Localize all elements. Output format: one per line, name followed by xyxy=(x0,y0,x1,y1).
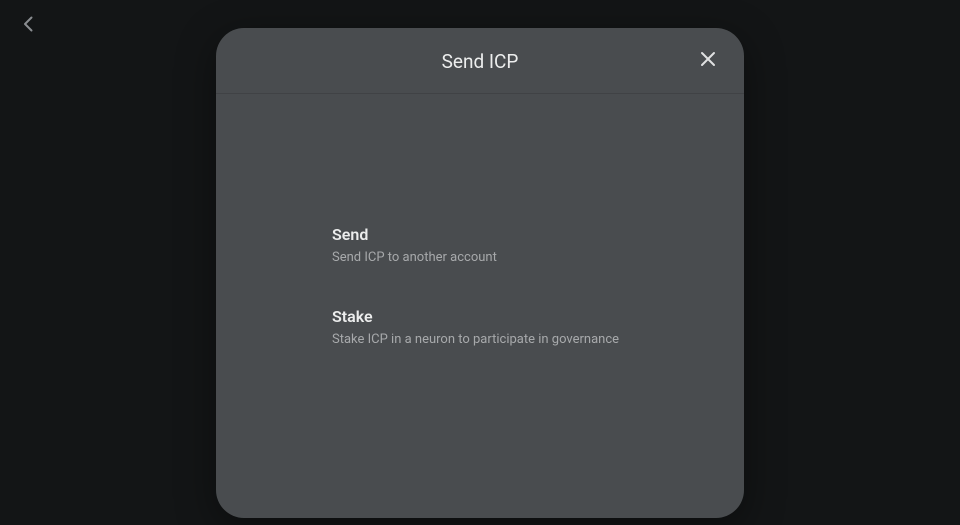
modal-backdrop: Send ICP Send Send ICP to another accoun… xyxy=(0,0,960,525)
modal-header: Send ICP xyxy=(216,28,744,94)
option-stake[interactable]: Stake Stake ICP in a neuron to participa… xyxy=(332,307,720,347)
close-button[interactable] xyxy=(696,49,720,73)
options-list: Send Send ICP to another account Stake S… xyxy=(240,225,720,387)
modal-body: Send Send ICP to another account Stake S… xyxy=(216,94,744,518)
option-title: Stake xyxy=(332,307,720,326)
modal-title: Send ICP xyxy=(442,50,519,73)
close-icon xyxy=(700,51,716,71)
option-title: Send xyxy=(332,225,720,244)
option-send[interactable]: Send Send ICP to another account xyxy=(332,225,720,265)
option-desc: Send ICP to another account xyxy=(332,250,720,265)
chevron-left-icon xyxy=(23,16,33,36)
option-desc: Stake ICP in a neuron to participate in … xyxy=(332,332,720,347)
back-button[interactable] xyxy=(16,14,40,38)
send-icp-modal: Send ICP Send Send ICP to another accoun… xyxy=(216,28,744,518)
